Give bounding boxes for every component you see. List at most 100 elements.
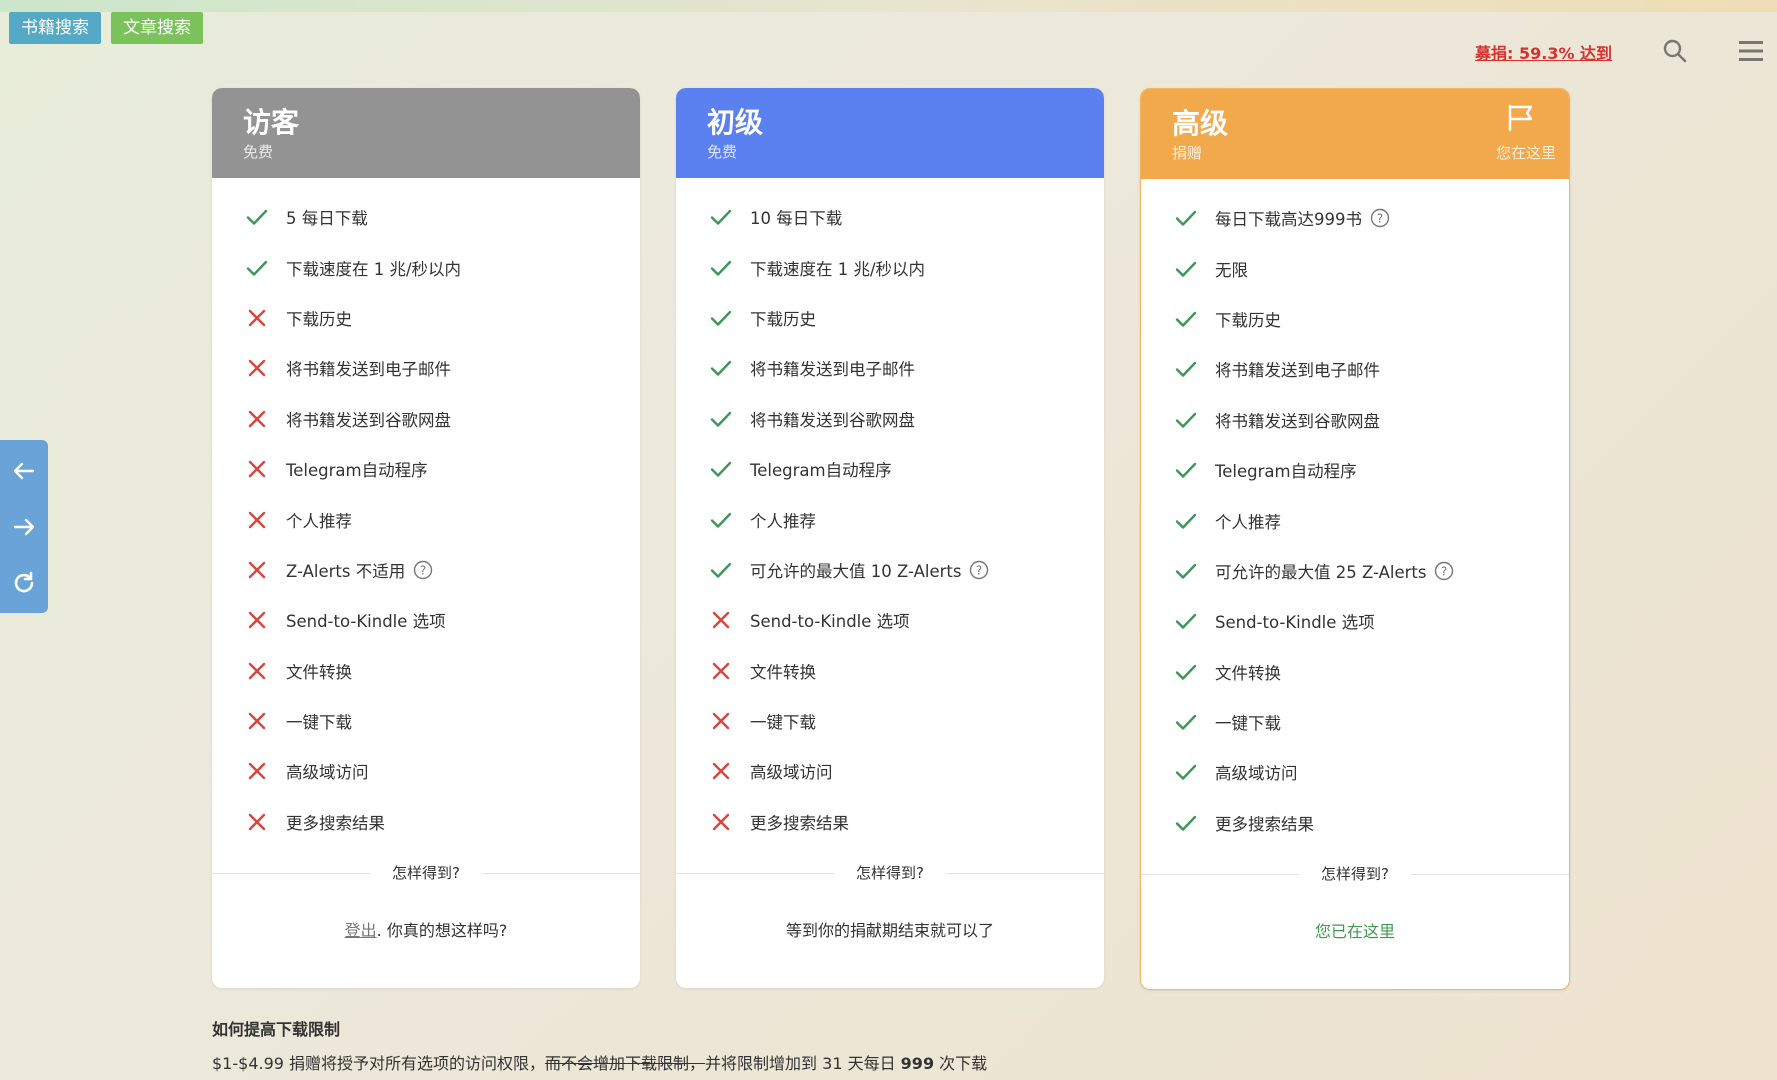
check-icon xyxy=(710,461,732,477)
check-icon xyxy=(1175,261,1197,277)
book-search-button[interactable]: 书籍搜索 xyxy=(9,12,101,44)
feature-item: Send-to-Kindle 选项 xyxy=(1141,596,1569,646)
feature-status xyxy=(1169,407,1203,433)
help-icon[interactable]: ? xyxy=(1434,561,1454,581)
feature-item: Send-to-Kindle 选项 xyxy=(212,595,640,645)
check-icon xyxy=(710,209,732,225)
check-icon xyxy=(1175,815,1197,831)
article-search-button[interactable]: 文章搜索 xyxy=(111,12,203,44)
flag-icon xyxy=(1508,104,1533,132)
feature-status xyxy=(704,456,738,482)
check-icon xyxy=(1175,462,1197,478)
cross-icon xyxy=(248,460,266,478)
svg-text:?: ? xyxy=(420,563,426,577)
feature-status xyxy=(1169,659,1203,685)
donation-progress-link[interactable]: 募捐: 59.3% 达到 xyxy=(1475,40,1612,64)
search-icon[interactable] xyxy=(1662,38,1688,64)
feature-text: Telegram自动程序 xyxy=(750,461,892,481)
footer-text: . 你真的想这样吗? xyxy=(376,921,508,941)
feature-item: 将书籍发送到电子邮件 xyxy=(676,343,1104,393)
feature-text: 下载速度在 1 兆/秒以内 xyxy=(750,259,926,279)
feature-text: 高级域访问 xyxy=(1215,764,1298,784)
check-icon xyxy=(710,512,732,528)
feature-text: Z-Alerts 不适用 xyxy=(286,561,406,581)
check-icon xyxy=(1175,210,1197,226)
plan-subtitle: 捐赠 xyxy=(1172,144,1203,162)
feature-item: 将书籍发送到谷歌网盘 xyxy=(1141,395,1569,445)
cross-icon xyxy=(712,763,730,780)
cross-icon xyxy=(248,712,266,730)
how-to-get-divider: 怎样得到? xyxy=(1141,860,1569,888)
feature-status xyxy=(240,456,274,482)
feature-status xyxy=(704,809,738,835)
how-to-get-divider: 怎样得到? xyxy=(676,859,1104,887)
plan-footer: 您已在这里 xyxy=(1314,922,1395,942)
plan-name: 初级 xyxy=(707,106,764,139)
feature-item: 文件转换 xyxy=(1141,647,1569,697)
cross-icon xyxy=(248,612,266,629)
feature-item: 文件转换 xyxy=(676,646,1104,696)
feature-item: 个人推荐 xyxy=(676,494,1104,544)
feature-status xyxy=(240,507,274,533)
cross-icon xyxy=(248,763,266,780)
feature-text: 将书籍发送到电子邮件 xyxy=(750,360,915,380)
check-icon xyxy=(710,361,732,377)
check-icon xyxy=(1175,412,1197,428)
check-icon xyxy=(1175,765,1197,781)
help-icon[interactable]: ? xyxy=(1370,208,1390,228)
cross-icon xyxy=(712,612,730,629)
feature-item: 个人推荐 xyxy=(212,494,640,544)
top-decor-strip xyxy=(0,0,1777,12)
feature-status xyxy=(1169,457,1203,483)
menu-icon[interactable] xyxy=(1738,39,1764,63)
feature-status xyxy=(240,406,274,432)
feature-text: 一键下载 xyxy=(1215,714,1281,734)
plan-footer: 等到你的捐献期结束就可以了 xyxy=(785,921,994,941)
feature-item: 可允许的最大值 25 Z-Alerts? xyxy=(1141,546,1569,596)
refresh-button[interactable] xyxy=(0,558,48,608)
feature-status xyxy=(240,557,274,583)
limit-text-part: $1-$4.99 捐赠将授予对所有选项的访问权限， xyxy=(212,1054,546,1073)
help-icon[interactable]: ? xyxy=(969,560,989,580)
forward-button[interactable] xyxy=(0,502,48,552)
feature-text: 高级域访问 xyxy=(750,763,833,783)
cross-icon xyxy=(248,511,266,528)
cross-icon xyxy=(712,662,730,679)
feature-status xyxy=(1169,608,1203,634)
feature-text: 高级域访问 xyxy=(286,763,369,783)
feature-status xyxy=(704,758,738,784)
feature-status xyxy=(704,557,738,583)
feature-text: 可允许的最大值 10 Z-Alerts xyxy=(750,561,962,581)
feature-item: 一键下载 xyxy=(1141,697,1569,747)
feature-text: 下载历史 xyxy=(286,309,352,329)
feature-text: 个人推荐 xyxy=(286,511,352,531)
check-icon xyxy=(1175,513,1197,529)
feature-item: 高级域访问 xyxy=(212,746,640,796)
feature-list: 每日下载高达999书? 无限 下载历史 将书籍发送到电子邮件 将书籍发送到谷歌网盘 Tel… xyxy=(1141,179,1569,848)
feature-item: 下载速度在 1 兆/秒以内 xyxy=(212,242,640,292)
feature-text: 文件转换 xyxy=(1215,663,1281,683)
logout-link[interactable]: 登出 xyxy=(345,921,377,940)
feature-status xyxy=(1169,709,1203,735)
feature-list: 10 每日下载 下载速度在 1 兆/秒以内 下载历史 将书籍发送到电子邮件 将书籍发送到… xyxy=(676,178,1104,847)
feature-item: 更多搜索结果 xyxy=(212,797,640,847)
feature-status xyxy=(704,406,738,432)
how-to-get-divider: 怎样得到? xyxy=(212,859,640,887)
cross-icon xyxy=(712,813,730,831)
feature-text: 下载历史 xyxy=(1215,310,1281,330)
feature-text: 下载速度在 1 兆/秒以内 xyxy=(286,259,462,279)
plan-footer: 登出. 你真的想这样吗? xyxy=(212,917,640,941)
feature-status xyxy=(704,607,738,633)
how-to-get-label: 怎样得到? xyxy=(370,862,482,884)
feature-status xyxy=(240,708,274,734)
feature-status xyxy=(1169,205,1203,231)
feature-text: 一键下载 xyxy=(286,713,352,733)
feature-status xyxy=(704,658,738,684)
back-button[interactable] xyxy=(0,446,48,496)
feature-text: 文件转换 xyxy=(750,662,816,682)
feature-status xyxy=(704,507,738,533)
feature-text: Send-to-Kindle 选项 xyxy=(750,612,910,632)
plan-header: 高级 捐赠 您在这里 xyxy=(1141,89,1569,179)
help-icon[interactable]: ? xyxy=(413,560,433,580)
feature-status xyxy=(1169,256,1203,282)
